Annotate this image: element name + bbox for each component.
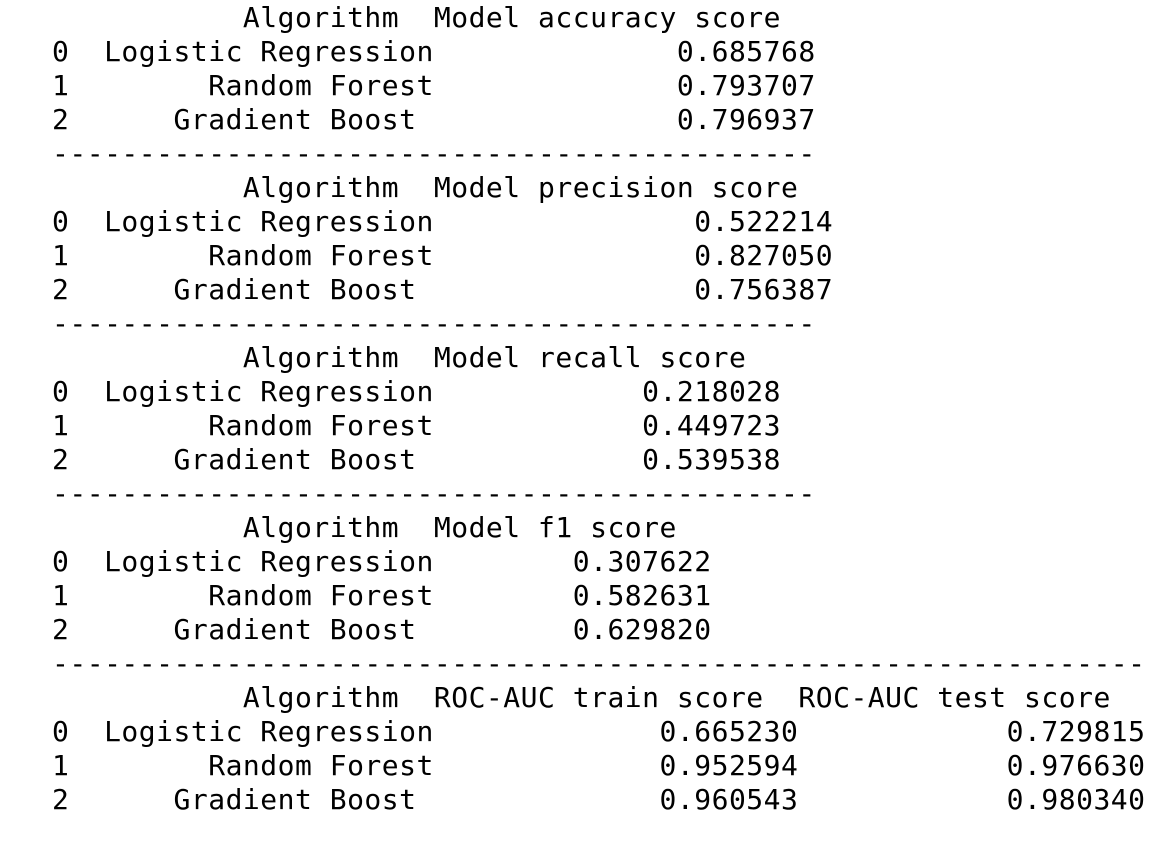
table-header-recall: Algorithm Model recall score: [52, 341, 747, 374]
table-row: 1 Random Forest 0.449723: [52, 409, 782, 442]
table-row: 0 Logistic Regression 0.685768: [52, 35, 816, 68]
separator-line: ----------------------------------------…: [52, 477, 816, 510]
table-row: 0 Logistic Regression 0.665230 0.729815: [52, 715, 1146, 748]
table-row: 1 Random Forest 0.827050: [52, 239, 834, 272]
separator-line: ----------------------------------------…: [52, 647, 1146, 680]
table-header-roc-auc: Algorithm ROC-AUC train score ROC-AUC te…: [52, 681, 1111, 714]
table-header-precision: Algorithm Model precision score: [52, 171, 799, 204]
separator-line: ----------------------------------------…: [52, 307, 816, 340]
table-row: 0 Logistic Regression 0.522214: [52, 205, 834, 238]
table-row: 1 Random Forest 0.952594 0.976630: [52, 749, 1146, 782]
table-header-f1: Algorithm Model f1 score: [52, 511, 677, 544]
table-row: 1 Random Forest 0.793707: [52, 69, 816, 102]
table-row: 0 Logistic Regression 0.218028: [52, 375, 782, 408]
table-row: 2 Gradient Boost 0.539538: [52, 443, 782, 476]
table-row: 2 Gradient Boost 0.629820: [52, 613, 712, 646]
separator-line: ----------------------------------------…: [52, 137, 816, 170]
table-row: 2 Gradient Boost 0.796937: [52, 103, 816, 136]
table-row: 0 Logistic Regression 0.307622: [52, 545, 712, 578]
console-output: Algorithm Model accuracy score 0 Logisti…: [0, 0, 1162, 848]
table-row: 2 Gradient Boost 0.960543 0.980340: [52, 783, 1146, 816]
table-header-accuracy: Algorithm Model accuracy score: [52, 1, 782, 34]
table-row: 1 Random Forest 0.582631: [52, 579, 712, 612]
table-row: 2 Gradient Boost 0.756387: [52, 273, 834, 306]
